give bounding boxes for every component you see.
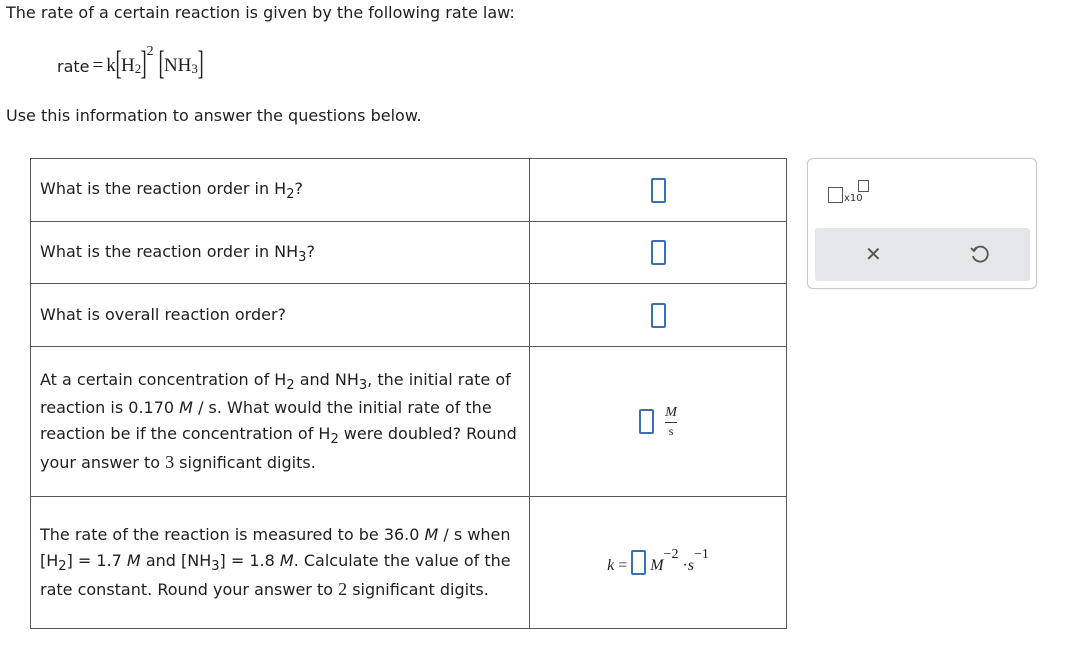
exponent-box-icon [858, 180, 869, 192]
left-bracket: [ [115, 45, 122, 82]
right-bracket: ] [197, 45, 204, 82]
undo-icon[interactable] [968, 242, 992, 266]
questions-table: What is the reaction order in H2? What i… [30, 158, 787, 629]
rate-word: rate [57, 56, 90, 76]
tools-action-bar: ✕ [815, 228, 1030, 281]
rate-law: rate = k [ H2 ] 2 [ NH3 ] [57, 44, 204, 88]
answer-cell [529, 283, 787, 347]
table-row: The rate of the reaction is measured to … [30, 496, 787, 629]
overall-order-input[interactable] [650, 302, 666, 328]
close-icon[interactable]: ✕ [865, 244, 882, 264]
table-row: What is the reaction order in NH3? [30, 221, 787, 284]
table-row: What is the reaction order in H2? [30, 158, 787, 222]
answer-cell: k = M −2 · s −1 [529, 496, 787, 629]
unit-m-per-s: M s [665, 405, 678, 438]
question-nh3-order: What is the reaction order in NH3? [30, 221, 530, 284]
question-rate-constant: The rate of the reaction is measured to … [30, 496, 530, 629]
species-nh3: NH3 [163, 55, 198, 76]
h2-order-input[interactable] [650, 177, 666, 203]
mantissa-box-icon [828, 187, 843, 203]
nh3-order-input[interactable] [650, 240, 666, 265]
table-row: At a certain concentration of H2 and NH3… [30, 346, 787, 497]
scientific-notation-button[interactable]: x10 [828, 180, 874, 208]
question-h2-order: What is the reaction order in H2? [30, 158, 530, 222]
question-overall-order: What is overall reaction order? [30, 283, 530, 347]
instructions-text: Use this information to answer the quest… [6, 106, 422, 125]
answer-cell [529, 221, 787, 284]
left-bracket: [ [158, 45, 165, 82]
table-row: What is overall reaction order? [30, 283, 787, 347]
tools-panel: x10 ✕ [807, 158, 1037, 289]
question-doubled-rate: At a certain concentration of H2 and NH3… [30, 346, 530, 497]
x10-label: x10 [844, 193, 863, 204]
answer-cell [529, 158, 787, 222]
h2-exponent: 2 [146, 44, 154, 59]
species-h2: H2 [121, 55, 142, 76]
rate-constant-expression: k = M −2 · s −1 [607, 547, 709, 575]
intro-text: The rate of a certain reaction is given … [6, 3, 515, 22]
rate-constant-symbol: k [106, 55, 116, 76]
rate-equals: = [92, 55, 104, 76]
rate-constant-input[interactable] [631, 550, 647, 575]
doubled-rate-input[interactable] [638, 409, 654, 434]
answer-cell: M s [529, 346, 787, 497]
